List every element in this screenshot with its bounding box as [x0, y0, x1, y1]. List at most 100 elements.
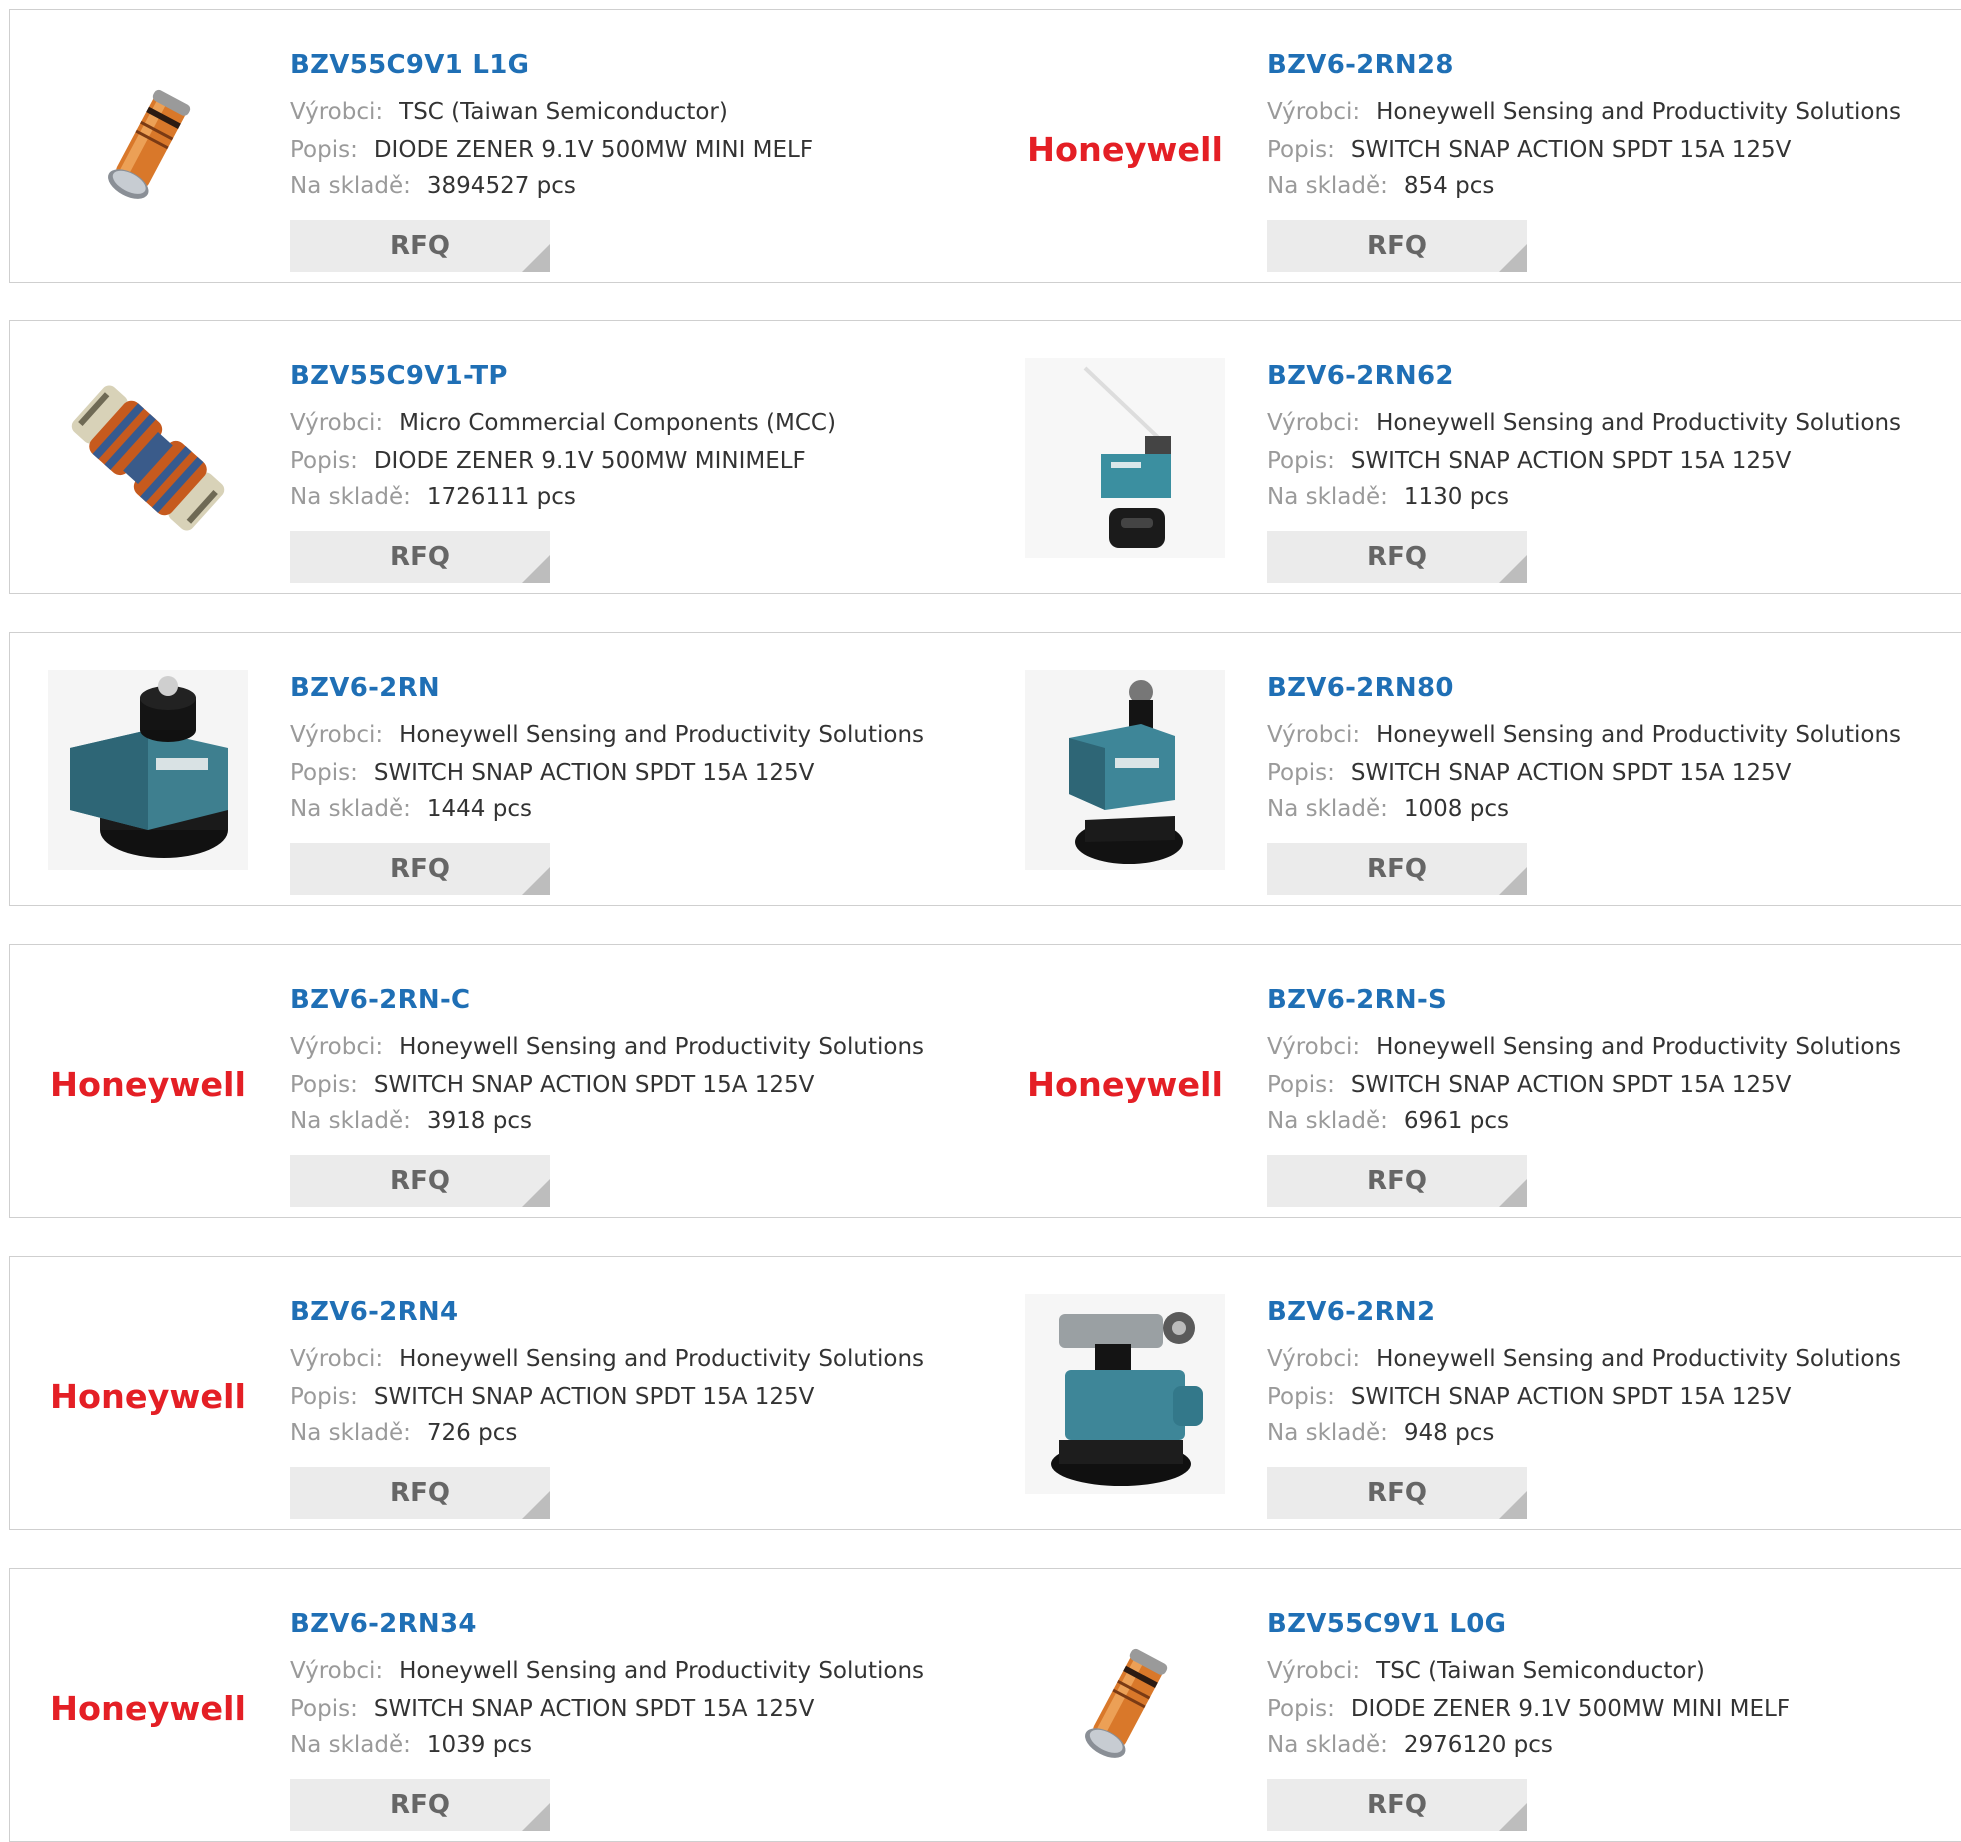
part-number-link[interactable]: BZV55C9V1 L0G — [1267, 1609, 1506, 1639]
stock-line: Na skladě: 3918 pcs — [290, 1108, 532, 1134]
rfq-button[interactable]: RFQ — [1267, 220, 1527, 272]
honeywell-logo[interactable]: Honeywell Honeywell — [48, 1606, 248, 1806]
melf-diode-icon[interactable] — [48, 47, 248, 247]
rfq-button[interactable]: RFQ — [1267, 1467, 1527, 1519]
rfq-button[interactable]: RFQ — [290, 1155, 550, 1207]
stock-value: 854 pcs — [1403, 173, 1495, 199]
part-number-link[interactable]: BZV6-2RN4 — [290, 1297, 458, 1327]
corner-triangle-icon — [522, 1803, 550, 1831]
stock-label: Na skladě: — [290, 796, 411, 822]
manufacturer-line: Výrobci: Honeywell Sensing and Productivi… — [1267, 99, 1901, 125]
rfq-button[interactable]: RFQ — [290, 843, 550, 895]
stock-line: Na skladě: 726 pcs — [290, 1420, 517, 1446]
product-card: BZV6-2RN Výrobci: Honeywell Sensing and P… — [9, 632, 988, 906]
roller-lever-switch-icon[interactable] — [1025, 1294, 1225, 1494]
description-label: Popis: — [1267, 760, 1335, 786]
stock-value: 726 pcs — [426, 1420, 518, 1446]
corner-triangle-icon — [1499, 867, 1527, 895]
manufacturer-line: Výrobci: Honeywell Sensing and Productivi… — [1267, 1346, 1901, 1372]
rfq-button[interactable]: RFQ — [290, 220, 550, 272]
part-number-link[interactable]: BZV6-2RN-S — [1267, 985, 1447, 1015]
stock-line: Na skladě: 6961 pcs — [1267, 1108, 1509, 1134]
corner-triangle-icon — [1499, 555, 1527, 583]
honeywell-logo[interactable]: Honeywell Honeywell — [48, 982, 248, 1182]
description-line: Popis: DIODE ZENER 9.1V 500MW MINI MELF — [1267, 1696, 1790, 1722]
description-label: Popis: — [290, 448, 358, 474]
part-number-link[interactable]: BZV55C9V1 L1G — [290, 50, 529, 80]
minimelf-diode-icon[interactable] — [48, 358, 248, 558]
stock-label: Na skladě: — [290, 1108, 411, 1134]
description-line: Popis: SWITCH SNAP ACTION SPDT 15A 125V — [1267, 760, 1791, 786]
rfq-label: RFQ — [1367, 542, 1427, 572]
description-value: SWITCH SNAP ACTION SPDT 15A 125V — [373, 1072, 815, 1098]
description-label: Popis: — [290, 760, 358, 786]
manufacturer-value: Honeywell Sensing and Productivity Solut… — [399, 1346, 925, 1372]
description-value: SWITCH SNAP ACTION SPDT 15A 125V — [373, 760, 815, 786]
rfq-button[interactable]: RFQ — [1267, 843, 1527, 895]
manufacturer-line: Výrobci: Honeywell Sensing and Productivi… — [1267, 410, 1901, 436]
manufacturer-line: Výrobci: Honeywell Sensing and Productivi… — [290, 722, 924, 748]
description-value: SWITCH SNAP ACTION SPDT 15A 125V — [1350, 760, 1792, 786]
rfq-button[interactable]: RFQ — [1267, 1155, 1527, 1207]
melf-diode-icon[interactable] — [1025, 1606, 1225, 1806]
plunger-switch-icon[interactable] — [48, 670, 248, 870]
rfq-button[interactable]: RFQ — [1267, 1779, 1527, 1831]
part-number-link[interactable]: BZV6-2RN28 — [1267, 50, 1454, 80]
description-value: SWITCH SNAP ACTION SPDT 15A 125V — [373, 1384, 815, 1410]
manufacturer-line: Výrobci: TSC (Taiwan Semiconductor) — [290, 99, 728, 125]
manufacturer-line: Výrobci: Honeywell Sensing and Productivi… — [290, 1658, 924, 1684]
stock-label: Na skladě: — [290, 1420, 411, 1446]
description-label: Popis: — [1267, 1384, 1335, 1410]
product-card: Honeywell Honeywell BZV6-2RN4 Výrobci: Ho… — [9, 1256, 988, 1530]
part-number-link[interactable]: BZV6-2RN — [290, 673, 440, 703]
manufacturer-line: Výrobci: Honeywell Sensing and Productivi… — [290, 1346, 924, 1372]
stock-line: Na skladě: 2976120 pcs — [1267, 1732, 1553, 1758]
manufacturer-value: Honeywell Sensing and Productivity Solut… — [399, 722, 925, 748]
corner-triangle-icon — [522, 244, 550, 272]
rfq-button[interactable]: RFQ — [290, 531, 550, 583]
stock-line: Na skladě: 948 pcs — [1267, 1420, 1494, 1446]
rfq-button[interactable]: RFQ — [1267, 531, 1527, 583]
rfq-label: RFQ — [390, 1478, 450, 1508]
part-number-link[interactable]: BZV6-2RN-C — [290, 985, 470, 1015]
honeywell-logo[interactable]: Honeywell Honeywell — [1025, 982, 1225, 1182]
description-label: Popis: — [290, 137, 358, 163]
description-line: Popis: SWITCH SNAP ACTION SPDT 15A 125V — [1267, 137, 1791, 163]
stock-value: 1726111 pcs — [426, 484, 576, 510]
stock-value: 3894527 pcs — [426, 173, 576, 199]
description-value: SWITCH SNAP ACTION SPDT 15A 125V — [373, 1696, 815, 1722]
stock-label: Na skladě: — [1267, 1420, 1388, 1446]
lever-switch-icon[interactable] — [1025, 358, 1225, 558]
stock-value: 1130 pcs — [1403, 484, 1509, 510]
manufacturer-value: TSC (Taiwan Semiconductor) — [1376, 1658, 1705, 1684]
part-number-link[interactable]: BZV6-2RN80 — [1267, 673, 1454, 703]
manufacturer-value: Micro Commercial Components (MCC) — [399, 410, 836, 436]
rfq-label: RFQ — [1367, 1166, 1427, 1196]
stock-value: 2976120 pcs — [1403, 1732, 1553, 1758]
stock-label: Na skladě: — [290, 1732, 411, 1758]
roller-plunger-switch-icon[interactable] — [1025, 670, 1225, 870]
part-number-link[interactable]: BZV6-2RN34 — [290, 1609, 477, 1639]
rfq-button[interactable]: RFQ — [290, 1779, 550, 1831]
description-value: SWITCH SNAP ACTION SPDT 15A 125V — [1350, 137, 1792, 163]
corner-triangle-icon — [522, 1491, 550, 1519]
corner-triangle-icon — [522, 1179, 550, 1207]
rfq-label: RFQ — [390, 231, 450, 261]
part-number-link[interactable]: BZV6-2RN2 — [1267, 1297, 1435, 1327]
manufacturer-label: Výrobci: — [1267, 410, 1361, 436]
rfq-label: RFQ — [390, 542, 450, 572]
honeywell-logo[interactable]: Honeywell Honeywell — [1025, 47, 1225, 247]
rfq-label: RFQ — [390, 1790, 450, 1820]
description-line: Popis: SWITCH SNAP ACTION SPDT 15A 125V — [1267, 448, 1791, 474]
product-row: BZV55C9V1 L1G Výrobci: TSC (Taiwan Semico… — [9, 9, 1961, 283]
rfq-button[interactable]: RFQ — [290, 1467, 550, 1519]
part-number-link[interactable]: BZV55C9V1-TP — [290, 361, 508, 391]
stock-label: Na skladě: — [1267, 1732, 1388, 1758]
honeywell-logo[interactable]: Honeywell Honeywell — [48, 1294, 248, 1494]
product-grid: BZV55C9V1 L1G Výrobci: TSC (Taiwan Semico… — [0, 0, 1961, 1842]
product-card: BZV55C9V1 L1G Výrobci: TSC (Taiwan Semico… — [9, 9, 988, 283]
product-card: Honeywell Honeywell BZV6-2RN-C Výrobci: H… — [9, 944, 988, 1218]
manufacturer-label: Výrobci: — [290, 722, 384, 748]
part-number-link[interactable]: BZV6-2RN62 — [1267, 361, 1454, 391]
product-row: BZV55C9V1-TP Výrobci: Micro Commercial Co… — [9, 320, 1961, 594]
